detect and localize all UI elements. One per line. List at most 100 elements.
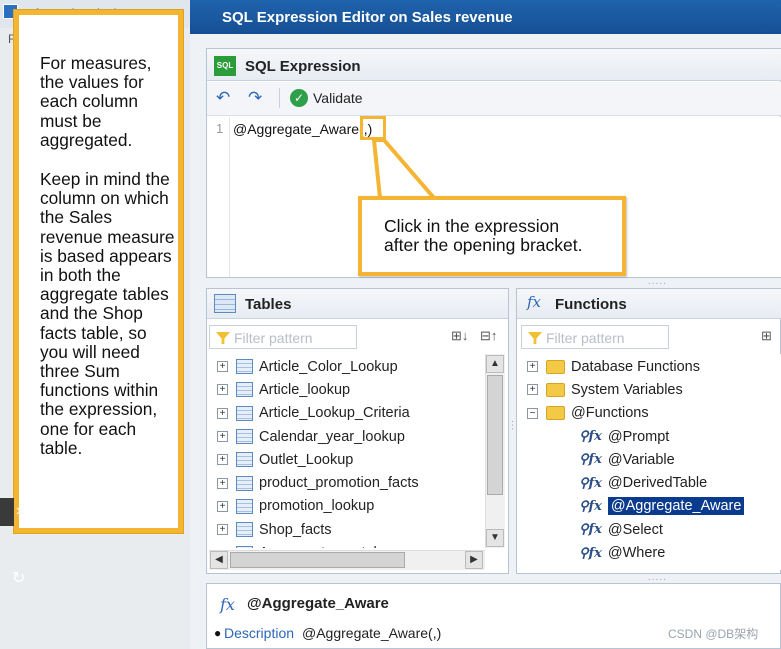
tables-tree: + Article_Color_Lookup + Article_lookup + Art… xyxy=(209,354,485,548)
scroll-up-icon[interactable]: ▲ xyxy=(486,355,504,373)
table-icon xyxy=(236,452,253,468)
scroll-left-icon[interactable]: ◀ xyxy=(210,551,228,569)
function-name: @Aggregate_Aware xyxy=(607,497,745,516)
function-name: @Select xyxy=(607,521,663,538)
line-number: 1 xyxy=(216,121,224,136)
expand-all-icon[interactable]: ⊞ xyxy=(761,328,772,344)
function-icon: ⚲fx xyxy=(579,545,602,561)
validate-button[interactable]: Validate xyxy=(289,88,367,110)
function-icon: ⚲fx xyxy=(579,498,602,514)
folder-name: System Variables xyxy=(571,381,683,398)
scroll-right-icon[interactable]: ▶ xyxy=(465,551,483,569)
function-row[interactable]: ⚲fx @Select xyxy=(527,518,781,541)
folder-name: Database Functions xyxy=(571,358,700,375)
expand-icon[interactable]: + xyxy=(217,500,228,512)
folder-row[interactable]: − @Functions xyxy=(527,402,781,425)
table-name: Article_Color_Lookup xyxy=(259,358,398,375)
scroll-thumb[interactable] xyxy=(230,552,405,568)
expand-icon[interactable]: + xyxy=(217,477,228,489)
table-icon xyxy=(236,359,253,375)
function-row[interactable]: ⚲fx @DerivedTable xyxy=(527,471,781,494)
fx-icon: fx xyxy=(527,293,542,311)
function-name: @Where xyxy=(607,545,666,562)
table-name: Article_Lookup_Criteria xyxy=(259,405,410,422)
function-row[interactable]: ⚲fx @Variable xyxy=(527,448,781,471)
player-side-strip xyxy=(0,498,14,526)
dialog-title: SQL Expression Editor on Sales revenue xyxy=(190,0,781,34)
table-icon xyxy=(236,545,253,548)
table-name: Shop_facts xyxy=(259,521,332,538)
scroll-down-icon[interactable]: ▼ xyxy=(486,529,504,547)
function-icon: ⚲fx xyxy=(579,522,602,538)
expand-icon[interactable]: + xyxy=(217,361,228,373)
tables-filter-input[interactable]: Filter pattern xyxy=(209,325,357,349)
sql-expression-text[interactable]: @Aggregate_Aware(,) xyxy=(233,121,372,137)
table-name: Article_lookup xyxy=(259,381,351,398)
tutorial-callout: Click in the expression after the openin… xyxy=(358,196,626,276)
table-name: Agg_yr_qt_rn_st_ln_ca_sr xyxy=(259,545,428,548)
function-row[interactable]: ⚲fx @Where xyxy=(527,541,781,564)
table-icon xyxy=(236,475,253,491)
expand-icon[interactable]: + xyxy=(527,361,538,373)
folder-name: @Functions xyxy=(571,405,649,422)
fx-icon: fx xyxy=(220,595,235,614)
table-row[interactable]: + Shop_facts xyxy=(217,518,485,541)
description-value: @Aggregate_Aware(,) xyxy=(302,625,442,641)
scroll-thumb[interactable] xyxy=(487,375,503,495)
resize-grip[interactable]: ..... xyxy=(648,572,667,583)
functions-filter-input[interactable]: Filter pattern xyxy=(521,325,669,349)
refresh-icon[interactable]: ↻ xyxy=(12,568,25,588)
table-row[interactable]: + Article_Lookup_Criteria xyxy=(217,402,485,425)
note-paragraph: For measures, the values for each column… xyxy=(40,53,152,150)
description-title: @Aggregate_Aware xyxy=(247,595,389,612)
next-arrow-icon[interactable]: › xyxy=(16,502,21,520)
tutorial-note-text: For measures, the values for each column… xyxy=(40,53,175,478)
callout-text: Click in the expression after the openin… xyxy=(384,216,583,255)
toolbar-divider xyxy=(279,88,280,108)
folder-row[interactable]: + Database Functions xyxy=(527,355,781,378)
resize-grip[interactable]: ..... xyxy=(648,276,667,287)
table-row[interactable]: + Calendar_year_lookup xyxy=(217,425,485,448)
highlight-box xyxy=(360,116,386,140)
redo-icon[interactable]: ↷ xyxy=(248,88,262,108)
table-row[interactable]: + Article_Color_Lookup xyxy=(217,355,485,378)
table-row[interactable]: + product_promotion_facts xyxy=(217,471,485,494)
function-name: @DerivedTable xyxy=(607,475,708,492)
sql-icon: SQL xyxy=(214,56,236,76)
undo-icon[interactable]: ↶ xyxy=(216,88,230,108)
table-row[interactable]: +Agg_yr_qt_rn_st_ln_ca_sr xyxy=(217,541,485,548)
table-row[interactable]: + Article_lookup xyxy=(217,378,485,401)
table-row[interactable]: + Outlet_Lookup xyxy=(217,448,485,471)
table-icon xyxy=(236,382,253,398)
function-row[interactable]: ⚲fx @Prompt xyxy=(527,425,781,448)
expand-all-icon[interactable]: ⊞↓ xyxy=(451,328,468,344)
function-icon: ⚲fx xyxy=(579,429,602,445)
tables-header: Tables xyxy=(207,289,508,319)
folder-icon xyxy=(546,382,565,397)
function-row[interactable]: ⚲fx @Aggregate_Aware xyxy=(527,495,781,518)
expand-icon[interactable]: + xyxy=(527,384,538,396)
note-paragraph: Keep in mind the column on which the Sal… xyxy=(40,169,175,458)
expand-icon[interactable]: + xyxy=(217,407,228,419)
folder-row[interactable]: + System Variables xyxy=(527,378,781,401)
functions-header: Functions xyxy=(517,289,781,319)
collapse-all-icon[interactable]: ⊟↑ xyxy=(480,328,497,344)
tables-icon xyxy=(214,294,236,313)
description-label: Description xyxy=(224,625,295,641)
table-row[interactable]: + promotion_lookup xyxy=(217,495,485,518)
table-icon xyxy=(236,498,253,514)
table-name: Outlet_Lookup xyxy=(259,451,354,468)
table-icon xyxy=(236,522,253,538)
table-name: product_promotion_facts xyxy=(259,475,419,492)
expand-icon[interactable]: + xyxy=(217,454,228,466)
function-icon: ⚲fx xyxy=(579,475,602,491)
expand-icon[interactable]: + xyxy=(217,524,228,536)
expand-icon[interactable]: + xyxy=(217,431,228,443)
line-gutter xyxy=(207,117,230,277)
collapse-icon[interactable]: − xyxy=(527,407,538,419)
function-name: @Variable xyxy=(607,451,675,468)
table-icon xyxy=(236,405,253,421)
expand-icon[interactable]: + xyxy=(217,384,228,396)
bullet-icon: ● xyxy=(214,626,222,640)
sql-expression-header: SQL Expression xyxy=(207,49,781,81)
